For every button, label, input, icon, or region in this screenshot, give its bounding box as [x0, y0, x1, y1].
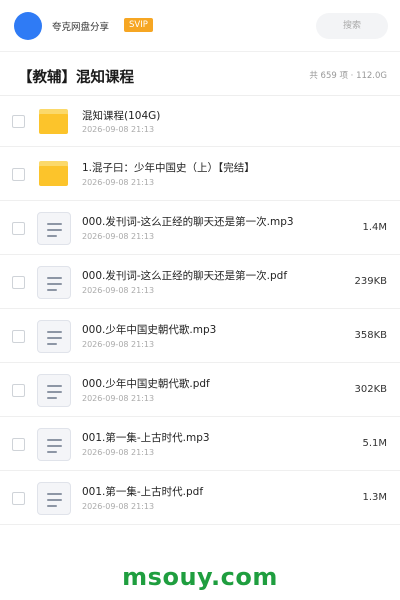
- username: 夸克网盘分享: [52, 22, 110, 33]
- checkbox-icon[interactable]: [12, 222, 25, 235]
- file-list: 混知课程(104G) 2026-09-08 21:13 1.混子曰：少年中国史（…: [0, 96, 400, 525]
- file-date: 2026-09-08 21:13: [82, 232, 155, 241]
- list-item[interactable]: 000.发刊词-这么正经的聊天还是第一次.mp3 2026-09-08 21:1…: [0, 201, 400, 255]
- document-icon: [37, 374, 71, 407]
- file-size: 5.1M: [362, 438, 387, 449]
- document-icon: [37, 320, 71, 353]
- page-title: 【教辅】混知课程: [18, 70, 134, 86]
- checkbox-icon[interactable]: [12, 492, 25, 505]
- checkbox-icon[interactable]: [12, 384, 25, 397]
- folder-icon: [39, 161, 68, 186]
- file-name: 001.第一集-上古时代.pdf: [82, 486, 204, 498]
- list-item[interactable]: 001.第一集-上古时代.mp3 2026-09-08 21:13 5.1M: [0, 417, 400, 471]
- file-size: 239KB: [354, 276, 387, 287]
- file-name: 000.少年中国史朝代歌.mp3: [82, 324, 217, 336]
- file-name: 1.混子曰：少年中国史（上）【完结】: [82, 162, 255, 174]
- file-name: 000.少年中国史朝代歌.pdf: [82, 378, 210, 390]
- file-name: 000.发刊词-这么正经的聊天还是第一次.mp3: [82, 216, 294, 228]
- checkbox-icon[interactable]: [12, 115, 25, 128]
- file-date: 2026-09-08 21:13: [82, 340, 155, 349]
- search-input[interactable]: 搜索: [316, 13, 388, 39]
- top-bar: 夸克网盘分享 SVIP 搜索: [0, 0, 400, 52]
- svip-badge: SVIP: [124, 18, 153, 32]
- file-date: 2026-09-08 21:13: [82, 394, 155, 403]
- checkbox-icon[interactable]: [12, 276, 25, 289]
- watermark-text: msouy.com: [122, 563, 278, 591]
- file-size: 302KB: [354, 384, 387, 395]
- file-date: 2026-09-08 21:13: [82, 125, 155, 134]
- file-size: 1.3M: [362, 492, 387, 503]
- file-date: 2026-09-08 21:13: [82, 502, 155, 511]
- folder-icon: [39, 109, 68, 134]
- folder-header: 【教辅】混知课程 共 659 项 · 112.0G: [0, 53, 400, 96]
- document-icon: [37, 482, 71, 515]
- list-item[interactable]: 1.混子曰：少年中国史（上）【完结】 2026-09-08 21:13: [0, 147, 400, 201]
- file-size: 358KB: [354, 330, 387, 341]
- file-name: 000.发刊词-这么正经的聊天还是第一次.pdf: [82, 270, 288, 282]
- file-date: 2026-09-08 21:13: [82, 286, 155, 295]
- file-name: 001.第一集-上古时代.mp3: [82, 432, 210, 444]
- document-icon: [37, 428, 71, 461]
- list-item[interactable]: 001.第一集-上古时代.pdf 2026-09-08 21:13 1.3M: [0, 471, 400, 525]
- list-item[interactable]: 000.少年中国史朝代歌.mp3 2026-09-08 21:13 358KB: [0, 309, 400, 363]
- checkbox-icon[interactable]: [12, 168, 25, 181]
- checkbox-icon[interactable]: [12, 330, 25, 343]
- document-icon: [37, 212, 71, 245]
- folder-summary: 共 659 项 · 112.0G: [309, 71, 387, 81]
- file-name: 混知课程(104G): [82, 110, 161, 122]
- list-item[interactable]: 000.发刊词-这么正经的聊天还是第一次.pdf 2026-09-08 21:1…: [0, 255, 400, 309]
- list-item[interactable]: 000.少年中国史朝代歌.pdf 2026-09-08 21:13 302KB: [0, 363, 400, 417]
- file-date: 2026-09-08 21:13: [82, 448, 155, 457]
- checkbox-icon[interactable]: [12, 438, 25, 451]
- file-date: 2026-09-08 21:13: [82, 178, 155, 187]
- avatar[interactable]: [14, 12, 42, 40]
- document-icon: [37, 266, 71, 299]
- file-size: 1.4M: [362, 222, 387, 233]
- list-item[interactable]: 混知课程(104G) 2026-09-08 21:13: [0, 96, 400, 147]
